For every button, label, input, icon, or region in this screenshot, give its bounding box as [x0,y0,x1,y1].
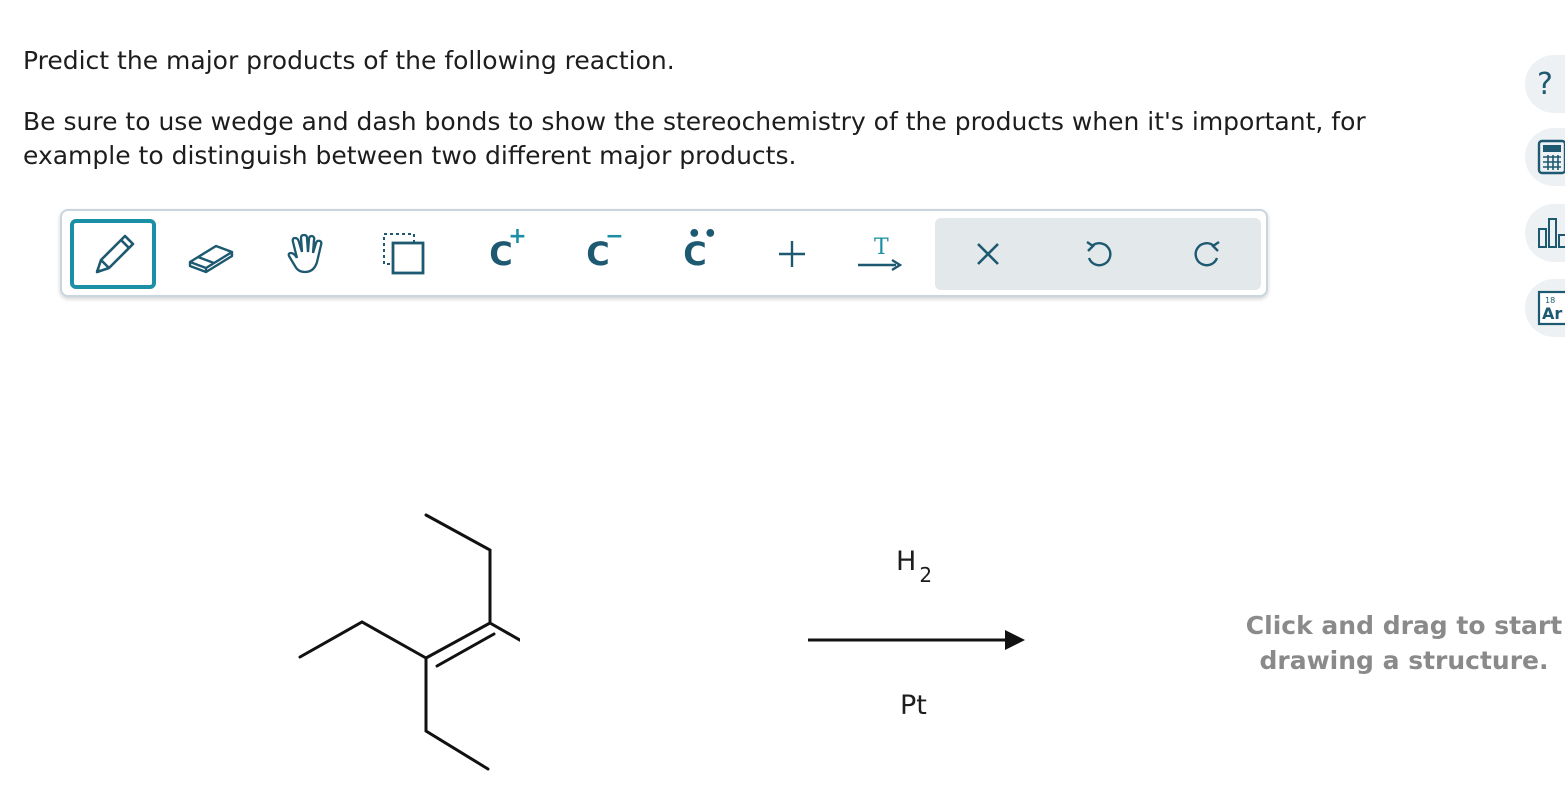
carbocation-icon: C + [489,224,527,273]
calculator-icon [1537,139,1565,175]
reaction-arrow [808,630,1025,650]
text-arrow-icon: T [858,235,903,272]
redo-button[interactable] [1165,219,1251,289]
catalyst-platinum: Pt [900,690,927,721]
question-text: Predict the major products of the follow… [23,46,675,75]
eraser-tool-button[interactable] [167,219,253,289]
select-box-icon [383,233,425,275]
periodic-table-icon: 18 Ar [1537,290,1565,326]
svg-text:Ar: Ar [1542,304,1562,323]
help-button[interactable]: ? [1525,55,1565,113]
lone-pair-tool-button[interactable]: •• C [652,219,738,289]
undo-icon [1086,241,1112,267]
close-icon [977,243,999,265]
reagent-hydrogen: H2 [896,546,933,587]
svg-text:T: T [874,235,889,260]
edit-actions-group [935,218,1261,290]
hand-tool-button[interactable] [264,219,350,289]
eraser-icon [188,244,234,274]
pencil-tool-button[interactable] [70,219,156,289]
pencil-icon [95,234,135,274]
carbanion-tool-button[interactable]: C − [555,219,641,289]
reaction-arrow-text-button[interactable]: T [837,219,923,289]
drawing-canvas-hint[interactable]: Click and drag to start drawing a struct… [1224,608,1565,678]
select-tool-button[interactable] [361,219,447,289]
plus-tool-button[interactable] [749,219,835,289]
reactant-structure[interactable] [280,500,520,790]
clear-button[interactable] [945,219,1031,289]
lone-pair-icon: •• C [683,222,720,273]
carbanion-icon: C − [586,224,624,273]
stereochemistry-instruction: Be sure to use wedge and dash bonds to s… [23,107,1366,170]
plus-icon [779,241,805,267]
bar-chart-icon [1538,218,1565,248]
help-icon: ? [1537,66,1553,102]
drawing-toolbar: C + C − •• C T [60,209,1268,297]
carbocation-tool-button[interactable]: C + [458,219,544,289]
undo-button[interactable] [1055,219,1141,289]
hand-icon [287,233,323,274]
data-chart-button[interactable] [1525,204,1565,262]
redo-icon [1194,241,1220,267]
calculator-button[interactable] [1525,128,1565,186]
periodic-table-button[interactable]: 18 Ar [1525,279,1565,337]
